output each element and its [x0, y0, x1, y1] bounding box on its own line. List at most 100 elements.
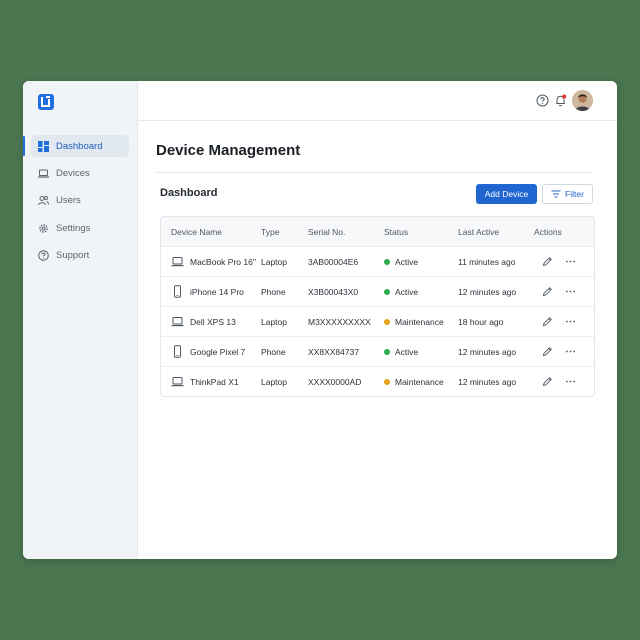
serial-number: X3B00043X0	[308, 286, 359, 297]
column-header: Actions	[534, 226, 562, 237]
sidebar: Dashboard Devices Users Settings Support	[23, 81, 138, 559]
table-row[interactable]: MacBook Pro 16" Laptop 3AB00004E6 Active 11 …	[161, 246, 594, 276]
last-active: 12 minutes ago	[458, 376, 517, 387]
more-options-icon[interactable]	[565, 376, 576, 387]
column-header[interactable]: Type	[261, 227, 308, 237]
device-type: Laptop	[261, 316, 287, 327]
grid-icon	[38, 140, 49, 152]
status-badge: Maintenance	[384, 377, 458, 387]
column-header[interactable]: Status	[384, 227, 458, 237]
status-dot-icon	[384, 318, 390, 325]
phone-icon	[171, 345, 184, 358]
device-name: Dell XPS 13	[190, 316, 236, 327]
device-type: Phone	[261, 346, 286, 357]
users-icon	[38, 195, 49, 206]
device-name: ThinkPad X1	[190, 376, 239, 387]
status-badge: Active	[384, 257, 458, 267]
user-avatar[interactable]	[572, 90, 593, 111]
add-device-button[interactable]: Add Device	[476, 184, 537, 204]
edit-icon[interactable]	[542, 346, 553, 357]
more-options-icon[interactable]	[565, 346, 576, 357]
row-actions	[534, 256, 584, 267]
edit-icon[interactable]	[542, 256, 553, 267]
top-bar	[138, 81, 617, 121]
table-row[interactable]: Dell XPS 13 Laptop M3XXXXXXXXX Maintenance 1…	[161, 306, 594, 336]
title-divider	[156, 172, 593, 173]
status-badge: Maintenance	[384, 317, 458, 327]
device-name-cell: iPhone 14 Pro	[161, 285, 261, 298]
status-text: Maintenance	[395, 376, 444, 387]
more-options-icon[interactable]	[565, 286, 576, 297]
sidebar-item-settings[interactable]: Settings	[31, 217, 129, 239]
sidebar-nav: Dashboard Devices Users Settings Support	[23, 135, 137, 272]
status-text: Active	[395, 256, 419, 267]
table-body: MacBook Pro 16" Laptop 3AB00004E6 Active 11 …	[161, 246, 594, 396]
serial-number: M3XXXXXXXXX	[308, 316, 371, 327]
device-type: Phone	[261, 286, 286, 297]
device-name-cell: MacBook Pro 16"	[161, 256, 261, 267]
status-dot-icon	[384, 378, 390, 385]
gear-icon	[38, 223, 49, 234]
status-dot-icon	[384, 348, 390, 355]
edit-icon[interactable]	[542, 316, 553, 327]
last-active: 12 minutes ago	[458, 286, 517, 297]
serial-number: XXXX0000AD	[308, 376, 362, 387]
sidebar-item-devices[interactable]: Devices	[31, 162, 129, 184]
sidebar-item-label: Users	[56, 195, 81, 207]
app-logo-icon[interactable]	[37, 93, 55, 111]
sidebar-item-support[interactable]: Support	[31, 245, 129, 267]
device-name-cell: Google Pixel 7	[161, 345, 261, 358]
page-title: Device Management	[156, 142, 301, 159]
serial-number: XX8XX84737	[308, 346, 360, 357]
status-dot-icon	[384, 288, 390, 295]
device-name-cell: ThinkPad X1	[161, 376, 261, 387]
table-row[interactable]: iPhone 14 Pro Phone X3B00043X0 Active 12 min…	[161, 276, 594, 306]
laptop-icon	[171, 256, 184, 267]
table-row[interactable]: ThinkPad X1 Laptop XXXX0000AD Maintenance 12…	[161, 366, 594, 396]
edit-icon[interactable]	[542, 286, 553, 297]
sidebar-item-users[interactable]: Users	[31, 190, 129, 212]
device-name: MacBook Pro 16"	[190, 256, 256, 267]
device-type: Laptop	[261, 256, 287, 267]
sidebar-item-dashboard[interactable]: Dashboard	[23, 135, 129, 157]
sidebar-item-label: Dashboard	[56, 140, 103, 152]
last-active: 12 minutes ago	[458, 346, 517, 357]
device-type: Laptop	[261, 376, 287, 387]
status-badge: Active	[384, 347, 458, 357]
help-circle-icon[interactable]	[536, 94, 549, 107]
table-row[interactable]: Google Pixel 7 Phone XX8XX84737 Active 12 mi…	[161, 336, 594, 366]
device-name-cell: Dell XPS 13	[161, 316, 261, 327]
filter-button-label: Filter	[565, 189, 584, 199]
laptop-icon	[171, 316, 184, 327]
row-actions	[534, 316, 584, 327]
more-options-icon[interactable]	[565, 256, 576, 267]
column-header[interactable]: Serial No.	[308, 227, 384, 237]
row-actions	[534, 376, 584, 387]
column-header[interactable]: Device Name	[161, 227, 261, 237]
sidebar-item-label: Support	[56, 250, 90, 262]
more-options-icon[interactable]	[565, 316, 576, 327]
bell-icon[interactable]	[554, 94, 567, 107]
status-text: Maintenance	[395, 316, 444, 327]
last-active: 18 hour ago	[458, 316, 504, 327]
table-header: Device Name Type Serial No. Status Last …	[161, 217, 594, 246]
status-dot-icon	[384, 258, 390, 265]
edit-icon[interactable]	[542, 376, 553, 387]
device-name: Google Pixel 7	[190, 346, 246, 357]
sidebar-item-label: Devices	[56, 167, 90, 179]
laptop-icon	[171, 376, 184, 387]
devices-table: Device Name Type Serial No. Status Last …	[160, 216, 595, 397]
last-active: 11 minutes ago	[458, 256, 516, 267]
laptop-icon	[38, 168, 49, 179]
device-name: iPhone 14 Pro	[190, 286, 244, 297]
row-actions	[534, 346, 584, 357]
status-text: Active	[395, 286, 419, 297]
help-circle-icon	[38, 250, 49, 261]
phone-icon	[171, 285, 184, 298]
section-title: Dashboard	[160, 187, 218, 199]
sidebar-item-label: Settings	[56, 222, 91, 234]
app-window: Dashboard Devices Users Settings Support…	[23, 81, 617, 559]
status-text: Active	[395, 346, 419, 357]
filter-button[interactable]: Filter	[542, 184, 593, 204]
column-header[interactable]: Last Active	[458, 227, 534, 237]
